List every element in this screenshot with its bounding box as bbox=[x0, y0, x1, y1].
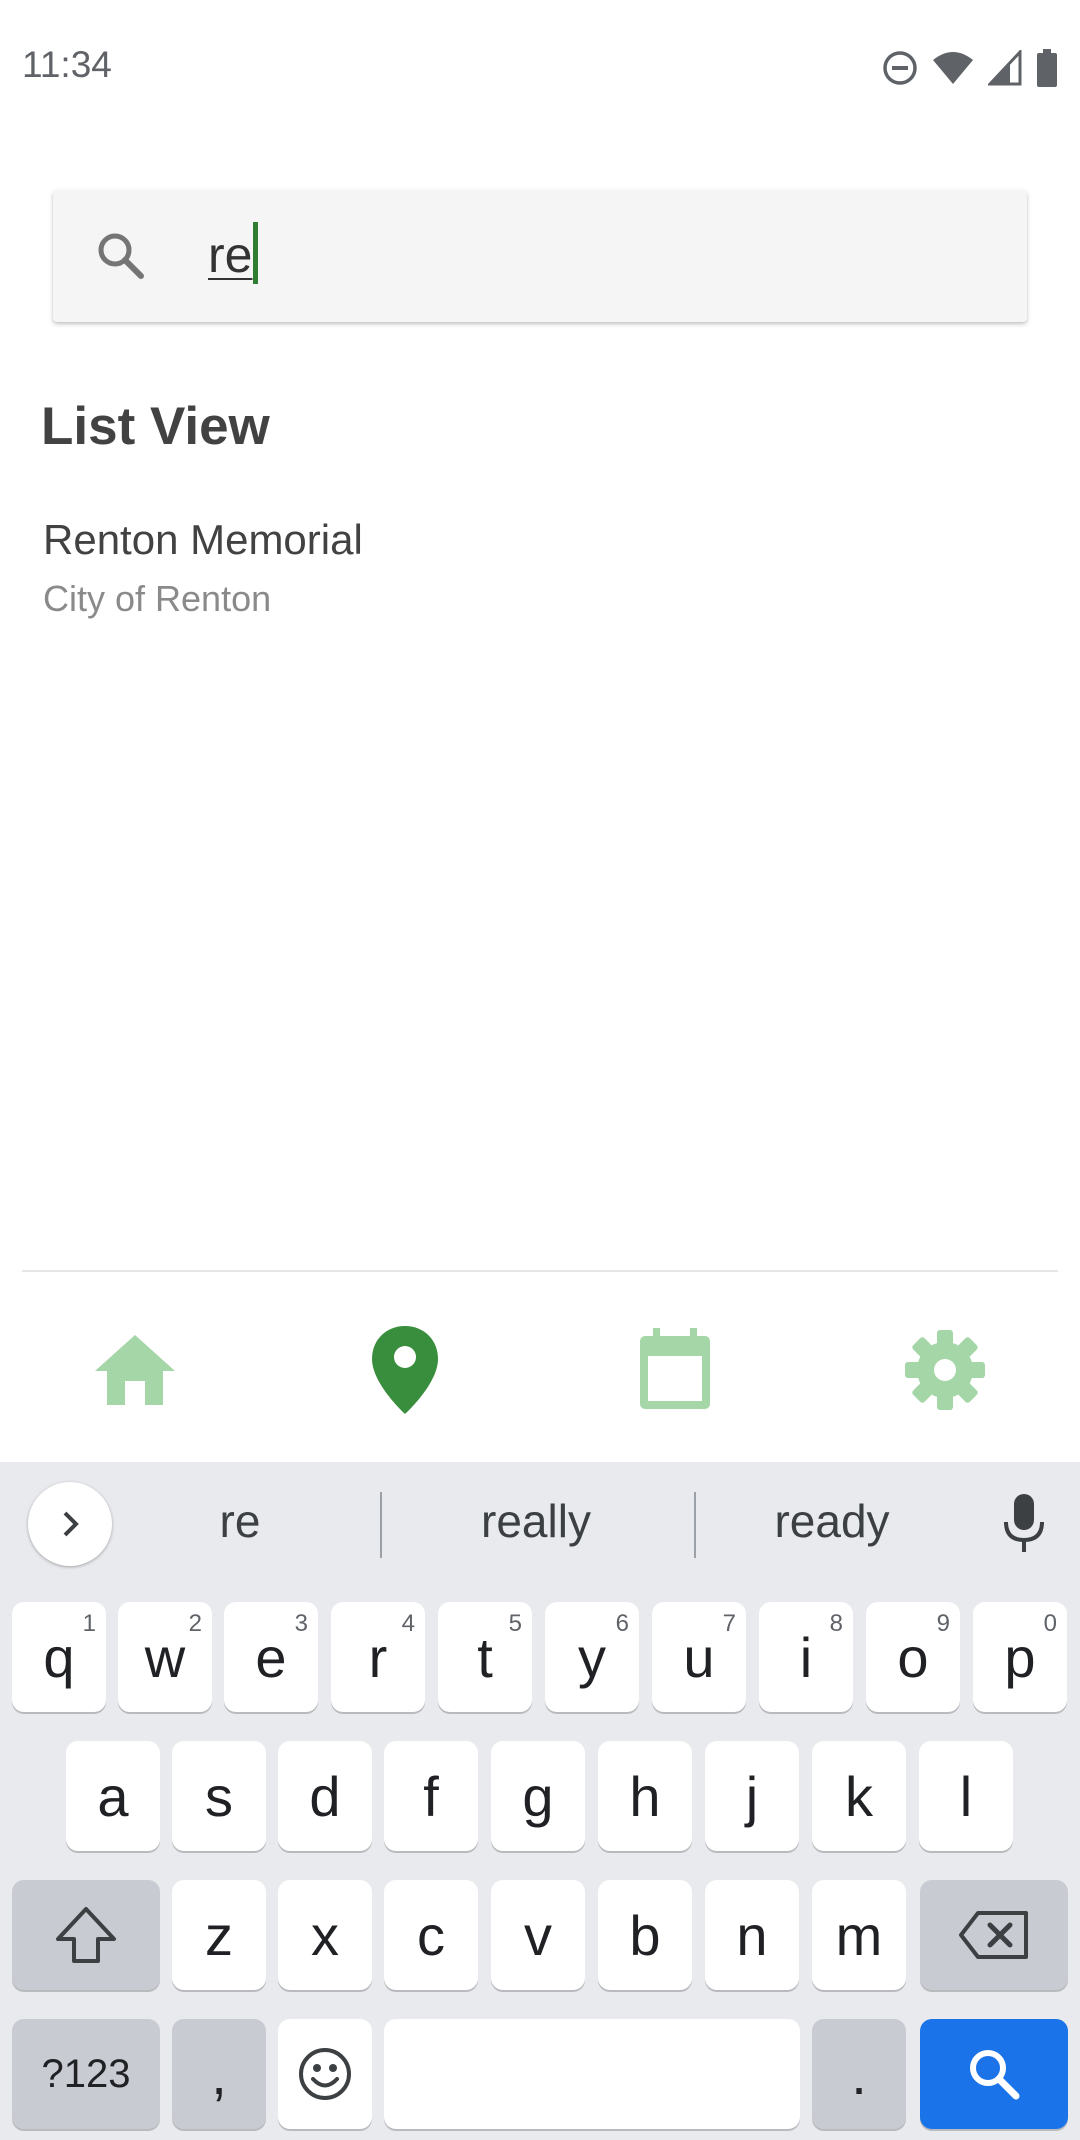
shift-key[interactable] bbox=[12, 1880, 160, 1990]
search-icon bbox=[98, 233, 144, 279]
key-d[interactable]: d bbox=[278, 1741, 372, 1851]
do-not-disturb-icon bbox=[883, 51, 917, 85]
key-g[interactable]: g bbox=[491, 1741, 585, 1851]
key-s[interactable]: s bbox=[172, 1741, 266, 1851]
key-t[interactable]: t5 bbox=[438, 1602, 532, 1712]
suggestion-2[interactable]: really bbox=[416, 1494, 656, 1548]
key-o[interactable]: o9 bbox=[866, 1602, 960, 1712]
gear-icon bbox=[905, 1330, 985, 1410]
status-icons bbox=[882, 48, 1058, 88]
shift-icon bbox=[56, 1907, 116, 1963]
suggestion-separator bbox=[694, 1492, 696, 1558]
period-key[interactable]: . bbox=[812, 2019, 906, 2129]
suggestion-3[interactable]: ready bbox=[712, 1494, 952, 1548]
search-input-value: re bbox=[208, 227, 253, 283]
backspace-icon bbox=[959, 1911, 1028, 1959]
status-bar: 11:34 bbox=[0, 0, 1080, 136]
key-k[interactable]: k bbox=[812, 1741, 906, 1851]
battery-icon bbox=[1037, 49, 1057, 87]
key-r[interactable]: r4 bbox=[331, 1602, 425, 1712]
chevron-right-icon bbox=[63, 1511, 79, 1537]
key-j[interactable]: j bbox=[705, 1741, 799, 1851]
key-u[interactable]: u7 bbox=[652, 1602, 746, 1712]
emoji-icon bbox=[299, 2048, 351, 2100]
key-f[interactable]: f bbox=[384, 1741, 478, 1851]
key-n[interactable]: n bbox=[705, 1880, 799, 1990]
nav-map[interactable] bbox=[350, 1315, 460, 1425]
location-pin-icon bbox=[372, 1326, 438, 1414]
backspace-key[interactable] bbox=[920, 1880, 1068, 1990]
key-i[interactable]: i8 bbox=[759, 1602, 853, 1712]
list-item[interactable]: Renton Memorial City of Renton bbox=[0, 500, 1080, 630]
key-e[interactable]: e3 bbox=[224, 1602, 318, 1712]
calendar-icon bbox=[640, 1328, 710, 1409]
key-m[interactable]: m bbox=[812, 1880, 906, 1990]
key-q[interactable]: q1 bbox=[12, 1602, 106, 1712]
nav-calendar[interactable] bbox=[620, 1315, 730, 1425]
key-c[interactable]: c bbox=[384, 1880, 478, 1990]
soft-keyboard: re really ready q1 w2 e3 r4 t5 y6 u7 i8 … bbox=[0, 1462, 1080, 2140]
voice-input-button[interactable] bbox=[1000, 1492, 1048, 1561]
suggestion-separator bbox=[380, 1492, 382, 1558]
suggestion-1[interactable]: re bbox=[120, 1494, 360, 1548]
key-a[interactable]: a bbox=[66, 1741, 160, 1851]
emoji-key[interactable] bbox=[278, 2019, 372, 2129]
space-key[interactable] bbox=[384, 2019, 800, 2129]
search-input[interactable]: re bbox=[208, 222, 259, 284]
wifi-icon bbox=[933, 52, 973, 84]
list-item-subtitle: City of Renton bbox=[43, 578, 272, 619]
home-icon bbox=[95, 1335, 175, 1405]
status-time: 11:34 bbox=[22, 44, 112, 85]
search-icon bbox=[970, 2050, 1020, 2100]
nav-home[interactable] bbox=[80, 1315, 190, 1425]
key-p[interactable]: p0 bbox=[973, 1602, 1067, 1712]
key-h[interactable]: h bbox=[598, 1741, 692, 1851]
key-b[interactable]: b bbox=[598, 1880, 692, 1990]
key-y[interactable]: y6 bbox=[545, 1602, 639, 1712]
key-v[interactable]: v bbox=[491, 1880, 585, 1990]
microphone-icon bbox=[1004, 1494, 1044, 1552]
divider bbox=[22, 1270, 1058, 1272]
expand-suggestions-button[interactable] bbox=[28, 1482, 112, 1566]
symbols-key[interactable]: ?123 bbox=[12, 2019, 160, 2129]
key-l[interactable]: l bbox=[919, 1741, 1013, 1851]
key-x[interactable]: x bbox=[278, 1880, 372, 1990]
comma-key[interactable]: , bbox=[172, 2019, 266, 2129]
list-heading: List View bbox=[41, 397, 270, 456]
key-z[interactable]: z bbox=[172, 1880, 266, 1990]
text-cursor bbox=[253, 222, 259, 284]
search-bar[interactable]: re bbox=[53, 190, 1027, 322]
search-action-key[interactable] bbox=[920, 2019, 1068, 2129]
key-w[interactable]: w2 bbox=[118, 1602, 212, 1712]
list-item-title: Renton Memorial bbox=[43, 516, 363, 563]
nav-settings[interactable] bbox=[890, 1315, 1000, 1425]
cell-signal-icon bbox=[988, 50, 1022, 86]
